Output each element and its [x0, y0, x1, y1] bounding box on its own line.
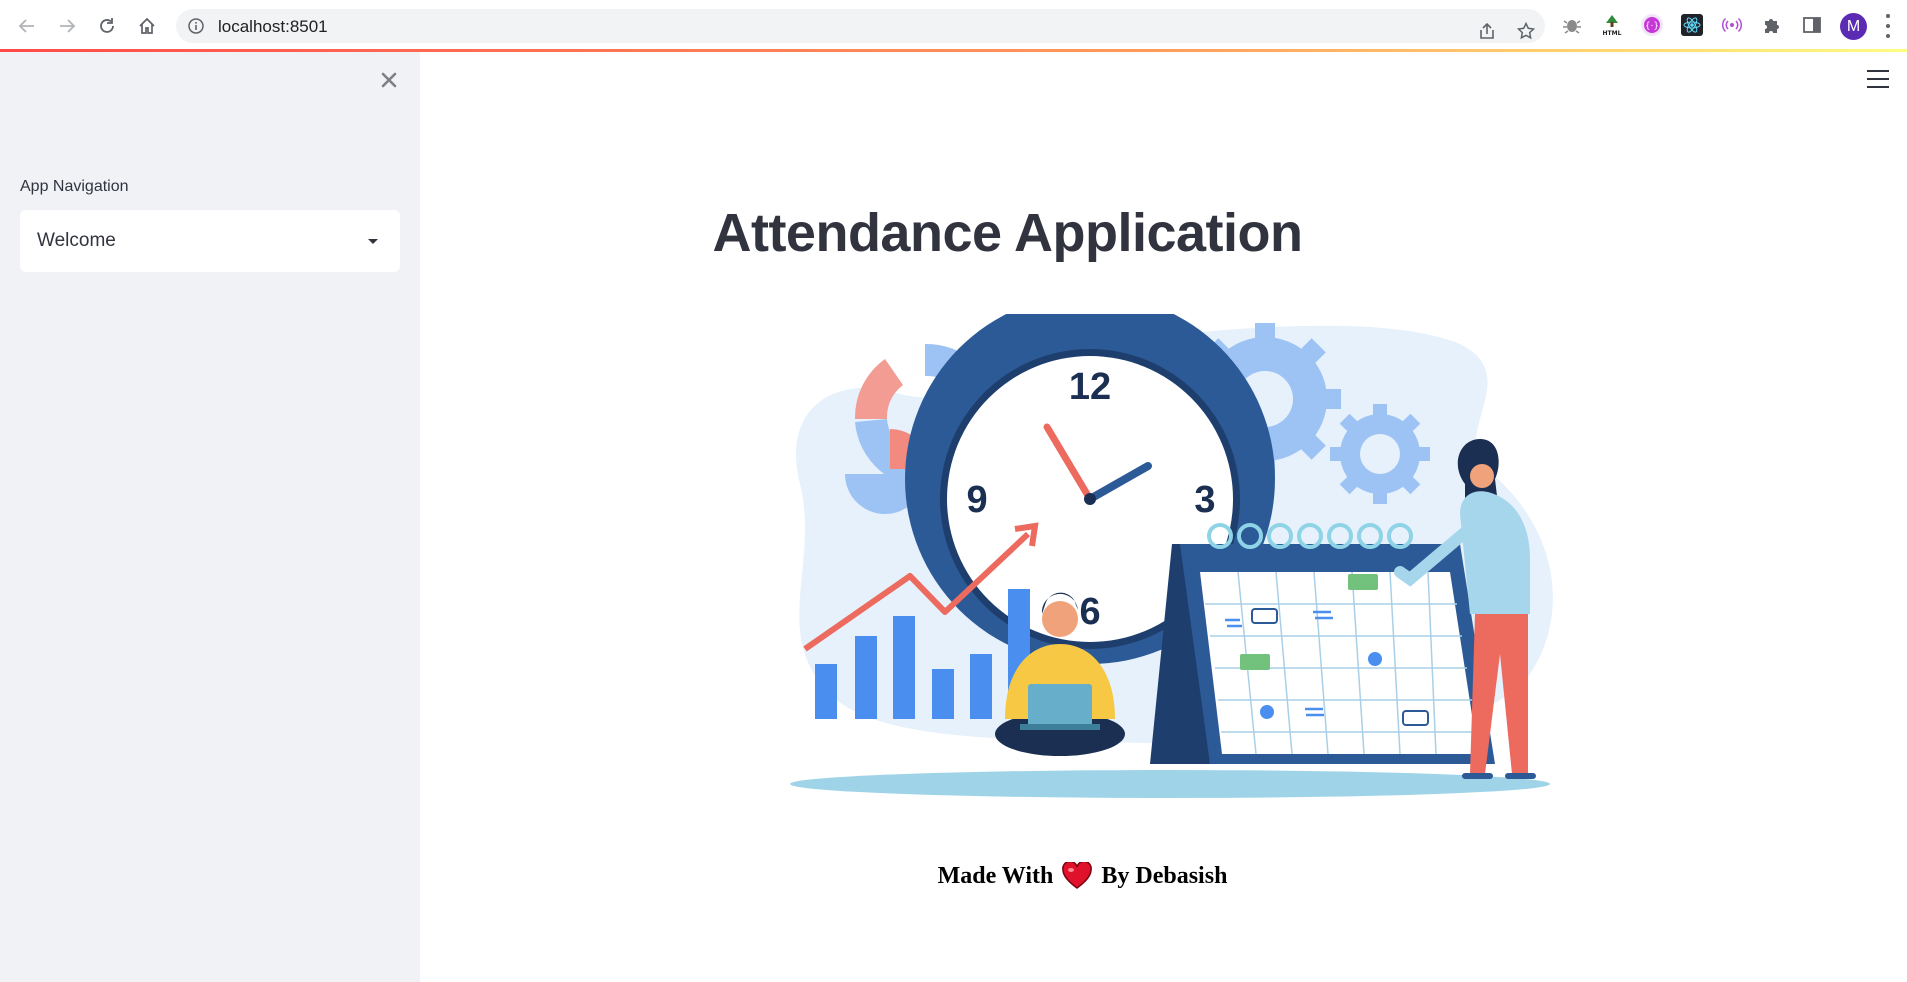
- dot-icon: [1886, 34, 1890, 38]
- extension-bug[interactable]: [1559, 12, 1585, 38]
- credit-suffix: By Debasish: [1101, 862, 1228, 889]
- menu-line: [1867, 78, 1889, 80]
- credit-prefix: Made With: [937, 862, 1054, 889]
- page-select[interactable]: Welcome: [20, 210, 400, 272]
- share-icon: [1480, 22, 1494, 39]
- sidebar: App Navigation Welcome: [0, 52, 420, 982]
- address-bar[interactable]: localhost:8501: [176, 9, 1545, 43]
- heart-icon: [1062, 862, 1093, 889]
- extension-graphql[interactable]: {·}: [1639, 12, 1665, 38]
- page-select-value: Welcome: [37, 230, 116, 251]
- react-icon: [1681, 14, 1703, 36]
- page-title: Attendance Application: [712, 203, 1303, 263]
- forward-button[interactable]: [52, 11, 82, 41]
- svg-text:HTML: HTML: [1603, 30, 1622, 37]
- dot-icon: [1886, 14, 1890, 18]
- attendance-illustration: 12 3 6 9: [790, 314, 1553, 798]
- bug-icon: [1563, 20, 1581, 34]
- extension-html[interactable]: HTML: [1599, 12, 1625, 38]
- share-button[interactable]: [1473, 17, 1501, 45]
- clock-number-6: 6: [1079, 591, 1100, 633]
- ground-shadow: [790, 770, 1550, 798]
- url-text: localhost:8501: [218, 17, 328, 36]
- extensions-button[interactable]: [1759, 12, 1785, 38]
- graphql-icon: {·}: [1641, 14, 1663, 36]
- extension-broadcast[interactable]: [1719, 12, 1745, 38]
- profile-avatar[interactable]: M: [1840, 13, 1867, 40]
- reload-icon: [100, 18, 114, 33]
- home-icon: [139, 17, 155, 34]
- home-button[interactable]: [132, 11, 162, 41]
- footer-credit: Made With By Debasish: [420, 862, 1745, 890]
- app-navigation-label: App Navigation: [20, 178, 129, 195]
- sidebar-close-button[interactable]: [374, 65, 404, 95]
- arrow-left-icon: [18, 19, 34, 33]
- menu-line: [1867, 70, 1889, 72]
- gear-icon: [1330, 404, 1430, 504]
- menu-line: [1867, 86, 1889, 88]
- dot-icon: [1886, 24, 1890, 28]
- main-menu-button[interactable]: [1867, 70, 1889, 88]
- arrow-right-icon: [60, 19, 76, 33]
- calendar-graphic: [1150, 523, 1495, 764]
- back-button[interactable]: [12, 11, 42, 41]
- close-icon: [381, 72, 397, 88]
- browser-toolbar: localhost:8501 HTML {·} M: [0, 0, 1907, 51]
- reload-button[interactable]: [92, 11, 122, 41]
- main-content: Attendance Application 12 3 6 9 Made Wit…: [420, 52, 1907, 982]
- clock-number-9: 9: [966, 479, 987, 521]
- chevron-down-icon: [368, 239, 378, 244]
- clock-number-12: 12: [1069, 366, 1111, 408]
- side-panel-icon: [1803, 17, 1821, 33]
- svg-text:{·}: {·}: [1645, 22, 1659, 32]
- extension-react[interactable]: [1679, 12, 1705, 38]
- bookmark-button[interactable]: [1512, 17, 1540, 45]
- puzzle-icon: [1765, 19, 1779, 33]
- clock-number-3: 3: [1194, 479, 1215, 521]
- browser-menu-button[interactable]: [1884, 14, 1892, 38]
- broadcast-icon: [1722, 17, 1742, 33]
- html-icon: HTML: [1603, 15, 1622, 37]
- info-icon: [188, 18, 204, 34]
- side-panel-button[interactable]: [1799, 12, 1825, 38]
- star-icon: [1517, 22, 1535, 40]
